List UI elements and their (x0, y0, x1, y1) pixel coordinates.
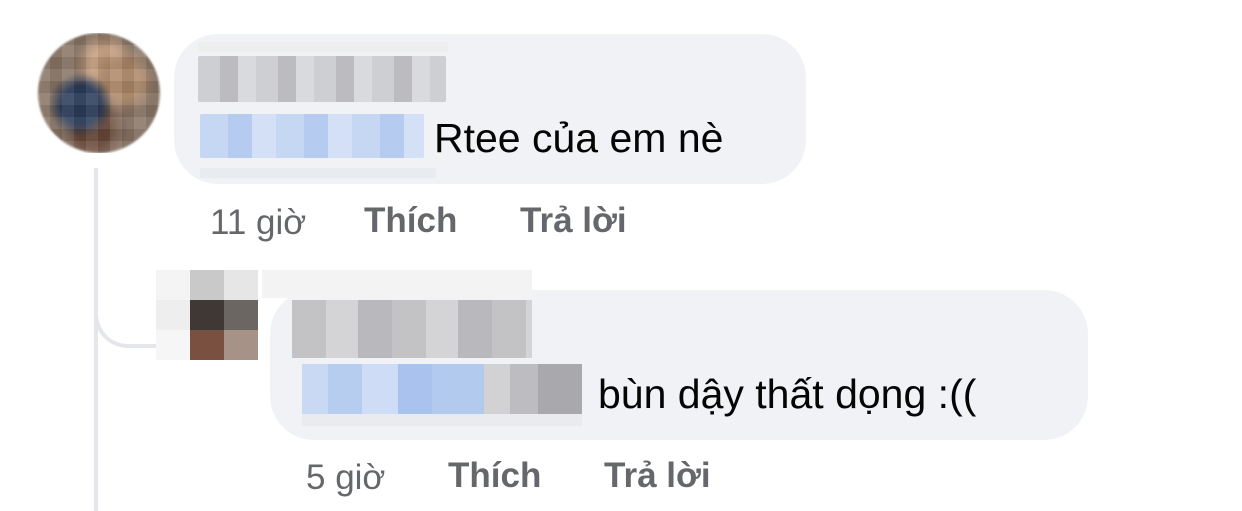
reply-button[interactable]: Trả lời (520, 203, 627, 238)
reply-button[interactable]: Trả lời (604, 458, 711, 493)
reply-thread-line (94, 168, 98, 511)
like-button[interactable]: Thích (364, 203, 457, 238)
like-button[interactable]: Thích (448, 458, 541, 493)
reply-thread-connector (94, 268, 156, 348)
comment-timestamp[interactable]: 11 giờ (210, 205, 306, 240)
comment-text: bùn dậy thất dọng :(( (598, 371, 977, 417)
comment-text: Rtee của em nè (434, 115, 724, 161)
mention-tag-redacted[interactable] (302, 364, 582, 414)
avatar[interactable] (30, 33, 168, 153)
author-name-redacted[interactable] (292, 300, 532, 358)
mention-tag-redacted[interactable] (200, 114, 424, 158)
avatar[interactable] (156, 270, 258, 360)
comment-timestamp[interactable]: 5 giờ (306, 460, 385, 495)
author-name-redacted[interactable] (198, 56, 446, 102)
